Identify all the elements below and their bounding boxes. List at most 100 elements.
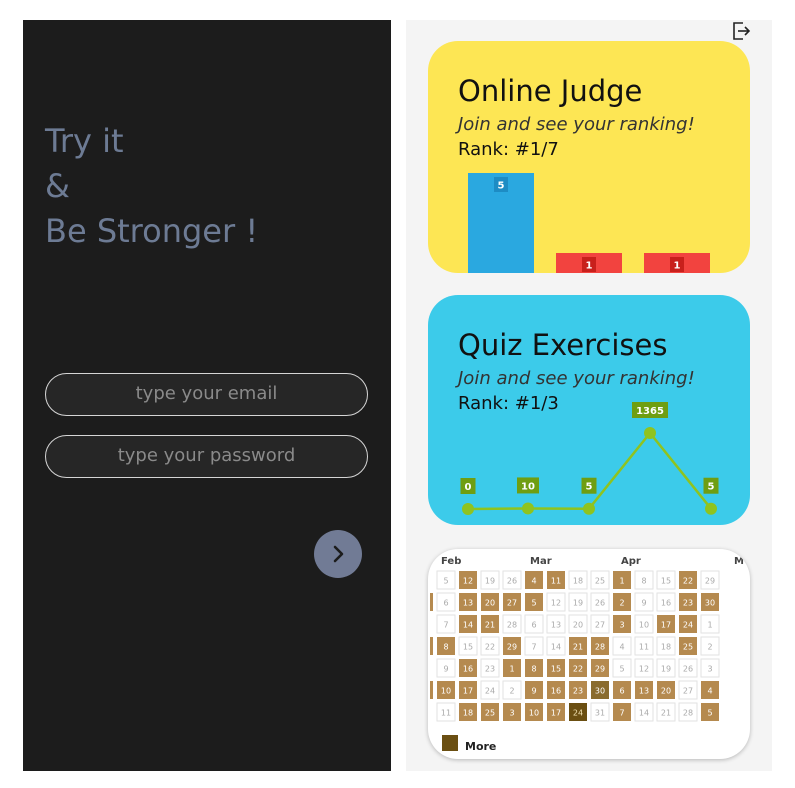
point-value-label: 1365 [636,406,664,417]
heatmap-day-label: 9 [443,665,448,674]
heatmap-day-label: 4 [531,577,536,586]
chevron-right-icon [333,545,344,563]
point-value-label: 5 [586,482,593,493]
heatmap-cell-edge [430,571,433,589]
heatmap-day-label: 11 [441,709,451,718]
tagline-line-1: Try it [45,122,124,160]
heatmap-day-label: 27 [507,599,517,608]
heatmap-day-label: 25 [595,577,605,586]
logout-icon [733,22,751,40]
heatmap-day-label: 24 [573,709,583,718]
heatmap-day-label: 20 [485,599,495,608]
heatmap-day-label: 29 [705,577,715,586]
heatmap-day-label: 7 [531,643,536,652]
heatmap-day-label: 23 [485,665,495,674]
bar-value-label: 5 [498,181,505,192]
heatmap-day-label: 11 [639,643,649,652]
heatmap-day-label: 13 [639,687,649,696]
heatmap-day-label: 27 [683,687,693,696]
login-panel: Try it & Be Stronger ! type your email t… [23,20,391,771]
tagline-line-2: & [45,167,70,205]
data-point [644,427,656,439]
email-field[interactable]: type your email [45,373,368,416]
heatmap-day-label: 31 [595,709,605,718]
data-point [705,502,717,515]
heatmap-day-label: 16 [661,599,671,608]
heatmap-day-label: 10 [441,687,451,696]
heatmap-day-label: 3 [509,709,514,718]
heatmap-day-label: 11 [551,577,561,586]
heatmap-day-label: 22 [683,577,693,586]
submit-button[interactable] [314,530,362,578]
month-label: Apr [621,556,641,567]
month-label: M [734,556,744,567]
heatmap-day-label: 18 [463,709,473,718]
heatmap-day-label: 18 [661,643,671,652]
data-point [583,502,595,515]
heatmap-day-label: 24 [683,621,693,630]
heatmap-day-label: 29 [507,643,517,652]
data-point [462,503,474,515]
point-value-label: 0 [465,482,472,493]
quiz-line-chart: 0 10 5 1365 5 [460,402,719,515]
password-field[interactable]: type your password [45,435,368,478]
heatmap-day-label: 6 [619,687,624,696]
activity-heatmap: Feb Mar Apr M567891011121314151617181920212… [430,556,744,722]
bar-value-label: 1 [586,261,593,272]
month-label: Mar [530,556,552,567]
heatmap-day-label: 30 [595,687,605,696]
heatmap-day-label: 21 [485,621,495,630]
data-point [522,502,534,515]
heatmap-day-label: 5 [707,709,712,718]
heatmap-day-label: 15 [463,643,473,652]
heatmap-day-label: 17 [463,687,473,696]
heatmap-day-label: 19 [661,665,671,674]
quiz-exercises-card[interactable]: Quiz Exercises Join and see your ranking… [428,295,750,525]
heatmap-day-label: 5 [619,665,624,674]
heatmap-day-label: 5 [443,577,448,586]
heatmap-day-label: 12 [463,577,473,586]
heatmap-cell-edge [430,593,433,611]
heatmap-day-label: 5 [531,599,536,608]
heatmap-day-label: 9 [531,687,536,696]
logout-button[interactable] [730,20,752,42]
heatmap-day-label: 28 [595,643,605,652]
heatmap-day-label: 26 [507,577,517,586]
heatmap-day-label: 10 [639,621,649,630]
heatmap-day-label: 7 [619,709,624,718]
heatmap-day-label: 1 [619,577,624,586]
heatmap-day-label: 26 [683,665,693,674]
point-value-label: 5 [708,482,715,493]
heatmap-cell-edge [430,681,433,699]
heatmap-day-label: 8 [531,665,536,674]
heatmap-day-label: 2 [619,599,624,608]
heatmap-day-label: 6 [443,599,448,608]
heatmap-day-label: 12 [639,665,649,674]
heatmap-day-label: 19 [573,599,583,608]
legend-more-label: More [465,740,497,753]
heatmap-day-label: 19 [485,577,495,586]
heatmap-day-label: 3 [619,621,624,630]
heatmap-cell-edge [430,659,433,677]
heatmap-cell-edge [430,615,433,633]
heatmap-day-label: 15 [551,665,561,674]
online-judge-card[interactable]: Online Judge Join and see your ranking! … [428,41,750,273]
heatmap-day-label: 2 [707,643,712,652]
heatmap-cell-edge [430,703,433,721]
heatmap-day-label: 10 [529,709,539,718]
series-line [467,431,712,511]
heatmap-day-label: 3 [707,665,712,674]
heatmap-day-label: 20 [573,621,583,630]
heatmap-day-label: 15 [661,577,671,586]
point-value-label: 10 [521,481,535,492]
heatmap-day-label: 8 [641,577,646,586]
heatmap-day-label: 17 [661,621,671,630]
heatmap-day-label: 17 [551,709,561,718]
heatmap-day-label: 26 [595,599,605,608]
heatmap-day-label: 13 [551,621,561,630]
heatmap-day-label: 8 [443,643,448,652]
heatmap-day-label: 4 [707,687,712,696]
judge-bar-chart: 5 1 1 [468,173,710,273]
heatmap-day-label: 27 [595,621,605,630]
heatmap-day-label: 24 [485,687,495,696]
